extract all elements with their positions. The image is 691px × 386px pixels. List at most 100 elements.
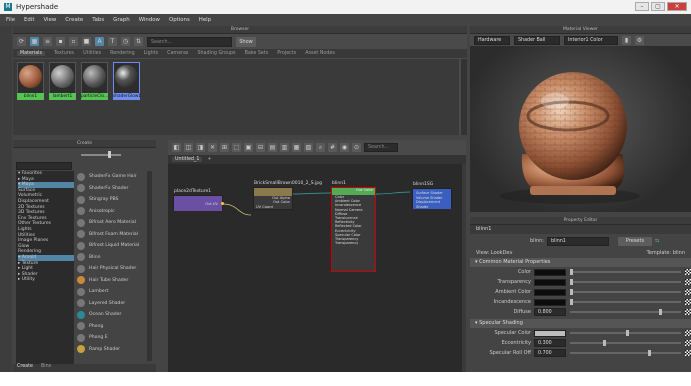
graph-canvas[interactable]: place2dTexture1 Out UV BrickSmallBrown00… xyxy=(168,164,462,372)
color-swatch[interactable] xyxy=(534,268,566,276)
menu-graph[interactable]: Graph xyxy=(113,17,130,23)
swatch-toggle-icon[interactable]: ◉ xyxy=(340,143,349,152)
map-button-icon[interactable] xyxy=(685,309,691,315)
menu-file[interactable]: File xyxy=(6,17,15,23)
sort-type-icon[interactable]: T xyxy=(108,37,117,46)
list-item[interactable]: ShaderFx Game Hair xyxy=(77,171,149,183)
tab-projects[interactable]: Projects xyxy=(277,51,296,56)
attr-specular-color[interactable]: Specular Color xyxy=(470,328,691,338)
shading-group-node[interactable]: blinn1SG Surface Shader Volume Shader Di… xyxy=(412,182,452,209)
grid-snap-icon[interactable]: # xyxy=(328,143,337,152)
attr-ambient-color[interactable]: Ambient Color xyxy=(470,287,691,297)
sort-time-icon[interactable]: ◷ xyxy=(121,37,130,46)
icon-view-icon[interactable]: ▦ xyxy=(30,37,39,46)
browser-scrollbar[interactable] xyxy=(461,59,467,135)
browser-search-input[interactable]: Search... xyxy=(147,36,232,47)
tab-create[interactable]: Create xyxy=(17,364,33,372)
sort-name-icon[interactable]: A xyxy=(95,37,104,46)
tab-utilities[interactable]: Utilities xyxy=(83,51,101,56)
color-swatch[interactable] xyxy=(534,329,566,337)
list-item[interactable]: Phong E xyxy=(77,332,149,344)
tab-materials[interactable]: Materials xyxy=(17,51,45,56)
swatch-card-shaderglow1[interactable]: shaderGlow1 xyxy=(113,62,141,100)
list-item[interactable]: Hair Physical Shader xyxy=(77,263,149,275)
presets-button[interactable]: Presets xyxy=(617,236,652,246)
maximize-button[interactable]: ▢ xyxy=(651,2,665,11)
tab-textures[interactable]: Textures xyxy=(54,51,74,56)
map-button-icon[interactable] xyxy=(685,350,691,356)
swatch-card-blinn1[interactable]: blinn1 xyxy=(17,62,44,100)
output-connections-icon[interactable]: ◨ xyxy=(196,143,205,152)
property-tab[interactable]: blinn1 xyxy=(470,225,691,234)
swatch-size-slider[interactable] xyxy=(81,154,121,156)
large-swatch-icon[interactable]: ■ xyxy=(82,37,91,46)
minimize-button[interactable]: – xyxy=(635,2,649,11)
list-item[interactable]: Bifrost Liquid Material xyxy=(77,240,149,252)
menu-tabs[interactable]: Tabs xyxy=(92,17,104,23)
attr-diffuse[interactable]: Diffuse 0.800 xyxy=(470,307,691,317)
attr-specular-roll-off[interactable]: Specular Roll Off 0.700 xyxy=(470,348,691,358)
add-tab-icon[interactable]: + xyxy=(207,157,211,162)
map-button-icon[interactable] xyxy=(685,330,691,336)
section-common-material[interactable]: ▾ Common Material Properties xyxy=(470,258,691,267)
menu-view[interactable]: View xyxy=(43,17,56,23)
menu-window[interactable]: Window xyxy=(139,17,160,23)
attr-label[interactable]: Transparency xyxy=(335,241,375,245)
color-swatch[interactable] xyxy=(534,278,566,286)
shape-select[interactable]: Shader Ball xyxy=(514,35,560,45)
focus-icon[interactable]: ⇆ xyxy=(655,238,659,244)
settings-icon[interactable]: ⚙ xyxy=(635,35,644,45)
input-connections-icon[interactable]: ◧ xyxy=(172,143,181,152)
full-view-icon[interactable]: ▦ xyxy=(292,143,301,152)
tab-cameras[interactable]: Cameras xyxy=(167,51,188,56)
file-texture-node[interactable]: BrickSmallBrown0010_2_S.jpg Out Alpha Ou… xyxy=(253,181,322,210)
node-name-field[interactable]: blinn1 xyxy=(546,236,609,246)
attr-color[interactable]: Color xyxy=(470,267,691,277)
tab-untitled[interactable]: Untitled_1 xyxy=(172,157,203,162)
frame-selected-icon[interactable]: ▣ xyxy=(244,143,253,152)
attr-incandescence[interactable]: Incandescence xyxy=(470,297,691,307)
slider-knob[interactable] xyxy=(108,151,111,158)
color-swatch[interactable] xyxy=(534,298,566,306)
list-item[interactable]: Ramp Shader xyxy=(77,344,149,356)
simple-view-icon[interactable]: ▤ xyxy=(268,143,277,152)
create-search-input[interactable] xyxy=(16,162,72,170)
custom-view-icon[interactable]: ▧ xyxy=(304,143,313,152)
tab-bake-sets[interactable]: Bake Sets xyxy=(245,51,269,56)
connected-view-icon[interactable]: ▥ xyxy=(280,143,289,152)
list-item[interactable]: Phong xyxy=(77,321,149,333)
rearrange-icon[interactable]: ⊞ xyxy=(220,143,229,152)
list-item[interactable]: ShaderFx Shader xyxy=(77,183,149,195)
pin-icon[interactable]: ⊙ xyxy=(352,143,361,152)
list-item[interactable]: Bifrost Aero Material xyxy=(77,217,149,229)
swatch-card-lambert1[interactable]: lambert1 xyxy=(49,62,76,100)
list-item[interactable]: Bifrost Foam Material xyxy=(77,229,149,241)
medium-swatch-icon[interactable]: ▫ xyxy=(69,37,78,46)
tab-rendering[interactable]: Rendering xyxy=(110,51,135,56)
map-button-icon[interactable] xyxy=(685,269,691,275)
tab-lights[interactable]: Lights xyxy=(144,51,158,56)
search-icon[interactable]: ⌕ xyxy=(316,143,325,152)
viewer-canvas[interactable] xyxy=(470,46,691,212)
swatch-card-particlecloud[interactable]: particleClo... xyxy=(81,62,108,100)
show-button[interactable]: Show xyxy=(236,36,256,47)
list-view-icon[interactable]: ≡ xyxy=(43,37,52,46)
attr-transparency[interactable]: Transparency xyxy=(470,277,691,287)
place2dtexture-node[interactable]: place2dTexture1 Out UV xyxy=(173,189,224,211)
close-button[interactable]: ✕ xyxy=(667,2,687,11)
menu-options[interactable]: Options xyxy=(169,17,190,23)
pause-icon[interactable]: ▮ xyxy=(622,35,631,45)
map-button-icon[interactable] xyxy=(685,299,691,305)
map-button-icon[interactable] xyxy=(685,289,691,295)
tab-asset-nodes[interactable]: Asset Nodes xyxy=(305,51,335,56)
menu-create[interactable]: Create xyxy=(65,17,83,23)
graph-search-input[interactable]: Search... xyxy=(364,143,398,152)
node-list-scrollbar[interactable] xyxy=(147,171,152,361)
small-swatch-icon[interactable]: ▪ xyxy=(56,37,65,46)
attr-eccentricity[interactable]: Eccentricity 0.300 xyxy=(470,338,691,348)
list-item[interactable]: Layered Shader xyxy=(77,298,149,310)
list-item[interactable]: Lambert xyxy=(77,286,149,298)
map-button-icon[interactable] xyxy=(685,340,691,346)
list-item[interactable]: Stingray PBS xyxy=(77,194,149,206)
tab-bins[interactable]: Bins xyxy=(41,364,51,372)
